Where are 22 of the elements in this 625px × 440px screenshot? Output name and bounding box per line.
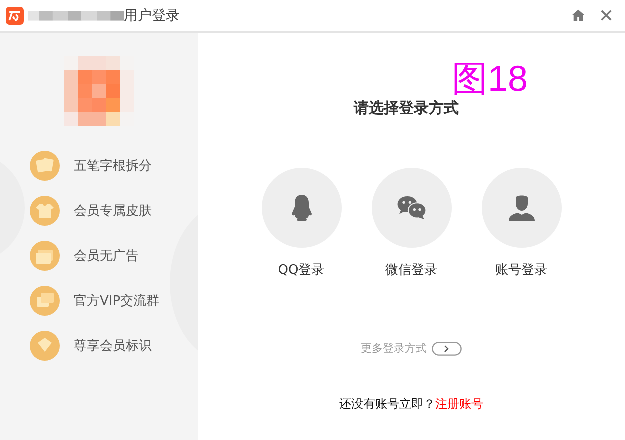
feature-label: 官方VIP交流群 bbox=[74, 293, 160, 310]
feature-label: 五笔字根拆分 bbox=[74, 158, 152, 175]
register-prompt: 还没有账号立即？ bbox=[340, 397, 436, 411]
feature-label: 尊享会员标识 bbox=[74, 338, 152, 355]
heading: 请选择登录方式 bbox=[354, 99, 459, 118]
register-link[interactable]: 注册账号 bbox=[436, 397, 484, 411]
window-title: 用户登录 bbox=[124, 6, 180, 24]
method-label: 账号登录 bbox=[496, 262, 548, 279]
more-options-label: 更多登录方式 bbox=[361, 341, 427, 356]
method-label: 微信登录 bbox=[386, 262, 438, 279]
method-label: QQ登录 bbox=[278, 262, 325, 279]
chat-icon bbox=[30, 286, 60, 316]
chevron-right-button[interactable] bbox=[432, 342, 462, 356]
feature-label: 会员专属皮肤 bbox=[74, 203, 152, 220]
close-icon[interactable] bbox=[600, 9, 613, 22]
feature-label: 会员无广告 bbox=[74, 248, 139, 265]
cards-icon bbox=[30, 151, 60, 181]
home-icon[interactable] bbox=[572, 9, 585, 22]
annotation-label: 图18 bbox=[452, 57, 528, 100]
ad-card-icon bbox=[30, 241, 60, 271]
app-logo-icon bbox=[6, 6, 24, 24]
shirt-icon bbox=[30, 196, 60, 226]
